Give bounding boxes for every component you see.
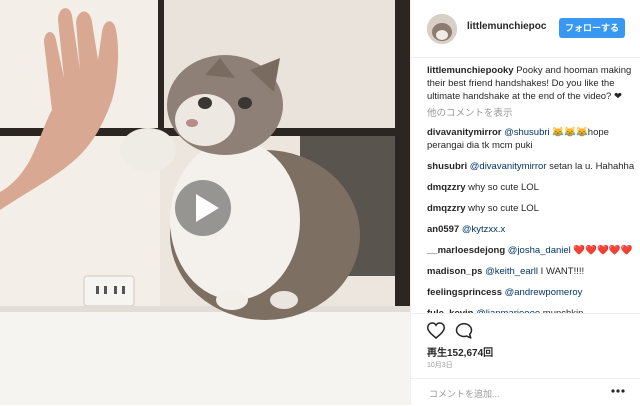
comment-item: feelingsprincess @andrewpomeroy [427, 286, 635, 299]
comment-item: divavanitymirror @shusubri 😹😹😹hope peran… [427, 126, 635, 152]
caption-username[interactable]: littlemunchiepooky [427, 65, 514, 76]
play-icon [196, 194, 219, 222]
play-button[interactable] [175, 180, 231, 236]
avatar-image [427, 14, 457, 44]
comment-username[interactable]: divavanitymirror [427, 127, 501, 138]
comment-username[interactable]: shusubri [427, 161, 467, 172]
comment-input[interactable] [427, 385, 601, 403]
heart-icon[interactable] [427, 322, 445, 339]
comment-username[interactable]: an0597 [427, 224, 459, 235]
comment-item: dmqzzry why so cute LOL [427, 202, 635, 215]
comment-item: madison_ps @keith_earll I WANT!!!! [427, 265, 635, 278]
comment-mention[interactable]: @andrewpomeroy [505, 287, 583, 298]
comment-mention[interactable]: @keith_earll [485, 266, 538, 277]
add-comment-bar [411, 378, 640, 406]
comment-list: littlemunchiepooky Pooky and hooman maki… [427, 64, 635, 328]
comment-text: setan la u. Hahahha [546, 161, 635, 172]
comment-username[interactable]: madison_ps [427, 266, 482, 277]
comment-item: shusubri @divavanitymirror setan la u. H… [427, 160, 635, 173]
comment-username[interactable]: feelingsprincess [427, 287, 502, 298]
post-header: littlemunchiepoc フォローする [411, 0, 640, 58]
comment-mention[interactable]: @shusubri [504, 127, 550, 138]
post-actions: 再生152,674回 10月3日 [411, 313, 640, 405]
comment-text: ❤️❤️❤️❤️❤️ [570, 245, 633, 256]
header-username[interactable]: littlemunchiepoc [467, 21, 546, 32]
view-count: 再生152,674回 [427, 348, 494, 359]
comment-username[interactable]: __marloesdejong [427, 245, 505, 256]
load-more-comments-link[interactable]: 他のコメントを表示 [427, 107, 635, 120]
comment-icon[interactable] [455, 322, 473, 339]
video-player[interactable] [0, 0, 410, 405]
comment-text: why so cute LOL [465, 182, 539, 193]
comment-item: an0597 @kytzxx.x [427, 223, 635, 236]
avatar[interactable] [427, 14, 457, 44]
follow-button[interactable]: フォローする [559, 18, 625, 38]
comment-mention[interactable]: @josha_daniel [508, 245, 571, 256]
comment-username[interactable]: dmqzzry [427, 203, 466, 214]
comment-item: __marloesdejong @josha_daniel ❤️❤️❤️❤️❤️ [427, 244, 635, 257]
comment-mention[interactable]: @kytzxx.x [462, 224, 505, 235]
more-options-icon[interactable] [611, 389, 625, 393]
comment-username[interactable]: dmqzzry [427, 182, 466, 193]
instagram-post: littlemunchiepoc フォローする littlemunchiepoo… [0, 0, 640, 405]
comment-text: I WANT!!!! [538, 266, 585, 277]
post-caption: littlemunchiepooky Pooky and hooman maki… [427, 64, 635, 103]
comment-mention[interactable]: @divavanitymirror [470, 161, 547, 172]
comment-item: dmqzzry why so cute LOL [427, 181, 635, 194]
comment-text: why so cute LOL [465, 203, 539, 214]
post-side-panel: littlemunchiepoc フォローする littlemunchiepoo… [410, 0, 640, 405]
post-date[interactable]: 10月3日 [427, 360, 453, 370]
